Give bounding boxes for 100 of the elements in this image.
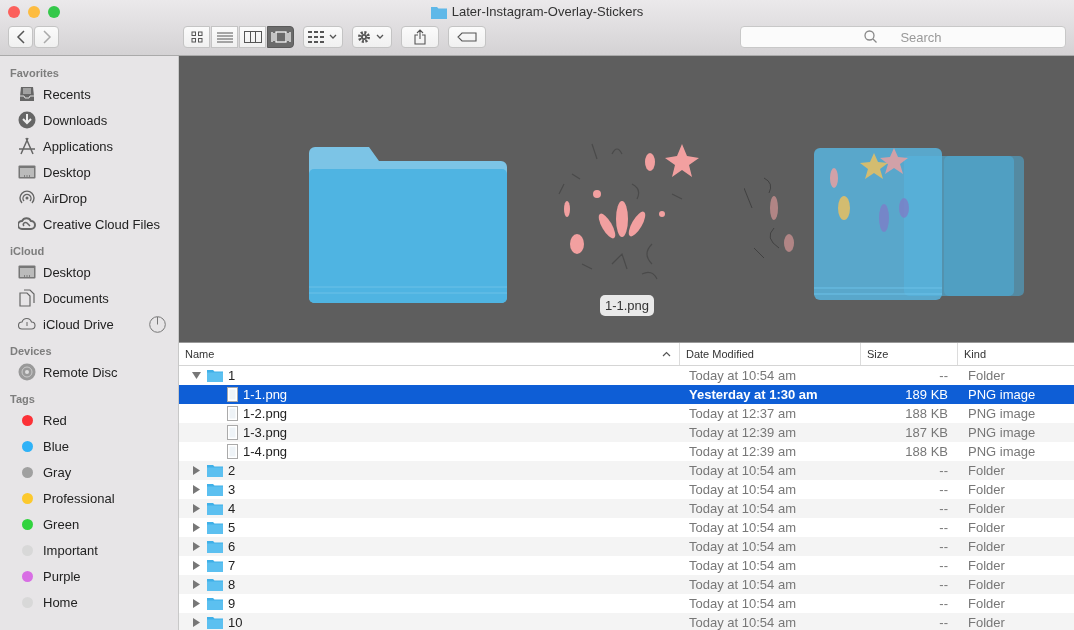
sidebar-item[interactable]: Red: [0, 407, 178, 433]
arrange-button[interactable]: [303, 26, 343, 48]
sidebar-label: Important: [43, 542, 98, 558]
sidebar-item[interactable]: Documents: [0, 285, 178, 311]
cloud-icon: [18, 215, 36, 233]
kind-cell-text: PNG image: [967, 406, 1037, 421]
date-cell-text: Today at 10:54 am: [688, 596, 797, 611]
sidebar-label: Downloads: [43, 112, 108, 128]
coverflow-view-button[interactable]: [267, 26, 294, 48]
sidebar-item[interactable]: Green: [0, 511, 178, 537]
kind-cell-text: PNG image: [967, 387, 1037, 402]
section-heading: Favorites: [9, 66, 60, 81]
sidebar-item[interactable]: Gray: [0, 459, 178, 485]
sidebar-item[interactable]: Blue: [0, 433, 178, 459]
columns-view-button[interactable]: [239, 26, 266, 48]
tag-button[interactable]: [448, 26, 486, 48]
back-button[interactable]: [8, 26, 33, 48]
file-icon: [227, 406, 238, 421]
file-row[interactable]: 1-1.png Yesterday at 1:30 am 189 KB PNG image: [179, 385, 1074, 404]
grid-icon: [190, 31, 203, 43]
size-cell-text: --: [938, 539, 949, 554]
sidebar-label: Blue: [43, 438, 70, 454]
file-caption: 1-1.png: [599, 295, 655, 316]
size-cell-text: --: [938, 596, 949, 611]
sidebar-item[interactable]: Home: [0, 589, 178, 615]
share-button[interactable]: [401, 26, 439, 48]
date-cell-text: Today at 12:37 am: [688, 406, 797, 421]
disclosure-right-icon[interactable]: [192, 523, 201, 532]
sidebar-item[interactable]: Purple: [0, 563, 178, 589]
download-icon: [18, 111, 36, 129]
disclosure-right-icon[interactable]: [192, 485, 201, 494]
date-cell-text: Today at 10:54 am: [688, 539, 797, 554]
tag-icon: [457, 32, 477, 42]
kind-cell-text: Folder: [967, 520, 1006, 535]
folder-icon: [430, 4, 447, 19]
disclosure-right-icon[interactable]: [192, 618, 201, 627]
file-name: 1-4.png: [243, 444, 288, 459]
grid-icon: [308, 31, 338, 43]
applications-icon: [18, 137, 36, 155]
date-cell-text: Today at 10:54 am: [688, 501, 797, 516]
disclosure-right-icon[interactable]: [192, 542, 201, 551]
sidebar-item[interactable]: AirDrop: [0, 185, 178, 211]
sidebar-item[interactable]: Remote Disc: [0, 359, 178, 385]
disclosure-down-icon[interactable]: [192, 371, 201, 380]
sidebar-item[interactable]: iCloud Drive: [0, 311, 178, 337]
kind-cell-text: Folder: [967, 539, 1006, 554]
size-cell-text: 188 KB: [904, 406, 949, 421]
file-name: 1-3.png: [243, 425, 288, 440]
kind-cell-text: Folder: [967, 615, 1006, 630]
section-heading: Devices: [9, 344, 53, 359]
folder-icon: [207, 559, 223, 572]
search-icon: [864, 30, 877, 43]
icons-view-button[interactable]: [183, 26, 210, 48]
disclosure-right-icon[interactable]: [192, 466, 201, 475]
disclosure-right-icon[interactable]: [192, 599, 201, 608]
close-button[interactable]: [8, 6, 20, 18]
search-field[interactable]: Search: [740, 26, 1066, 48]
sidebar-item[interactable]: Professional: [0, 485, 178, 511]
file-row[interactable]: 1-3.png Today at 12:39 am 187 KB PNG image: [179, 423, 1074, 442]
file-name: 9: [228, 596, 236, 611]
date-cell-text: Today at 12:39 am: [688, 425, 797, 440]
section-heading: iCloud: [9, 244, 46, 259]
file-row[interactable]: 8 Today at 10:54 am -- Folder: [179, 575, 1074, 594]
file-name: 1-2.png: [243, 406, 288, 421]
size-cell-text: --: [938, 368, 949, 383]
column-header[interactable]: Name: [179, 343, 680, 365]
file-row[interactable]: 2 Today at 10:54 am -- Folder: [179, 461, 1074, 480]
disclosure-right-icon[interactable]: [192, 561, 201, 570]
column-header[interactable]: Kind: [958, 343, 1074, 365]
sidebar-label: Home: [43, 594, 78, 610]
file-row[interactable]: 10 Today at 10:54 am -- Folder: [179, 613, 1074, 630]
file-name: 7: [228, 558, 236, 573]
action-button[interactable]: [352, 26, 392, 48]
folder-icon: [309, 147, 507, 303]
sidebar-item[interactable]: Desktop: [0, 159, 178, 185]
sidebar-item[interactable]: Downloads: [0, 107, 178, 133]
column-header[interactable]: Size: [861, 343, 958, 365]
folder-icon: [207, 464, 223, 477]
sidebar-item[interactable]: Important: [0, 537, 178, 563]
file-name: 1: [228, 368, 236, 383]
sidebar-item[interactable]: Recents: [0, 81, 178, 107]
sidebar-item[interactable]: Desktop: [0, 259, 178, 285]
sidebar-label: Desktop: [43, 264, 91, 280]
file-row[interactable]: 4 Today at 10:54 am -- Folder: [179, 499, 1074, 518]
column-header[interactable]: Date Modified: [680, 343, 861, 365]
sidebar-item[interactable]: Creative Cloud Files: [0, 211, 178, 237]
disclosure-right-icon[interactable]: [192, 504, 201, 513]
size-cell-text: --: [938, 577, 949, 592]
file-row[interactable]: 6 Today at 10:54 am -- Folder: [179, 537, 1074, 556]
date-cell-text: Today at 10:54 am: [688, 368, 797, 383]
disclosure-right-icon[interactable]: [192, 580, 201, 589]
folder-icon: [207, 369, 223, 382]
sidebar-label: Creative Cloud Files: [43, 216, 161, 232]
file-name: 5: [228, 520, 236, 535]
folder-icon: [207, 483, 223, 496]
kind-cell-text: Folder: [967, 558, 1006, 573]
sidebar-item[interactable]: Applications: [0, 133, 178, 159]
sidebar-label: Documents: [43, 290, 109, 306]
columns-icon: [243, 31, 262, 43]
sidebar-label: Desktop: [43, 164, 91, 180]
